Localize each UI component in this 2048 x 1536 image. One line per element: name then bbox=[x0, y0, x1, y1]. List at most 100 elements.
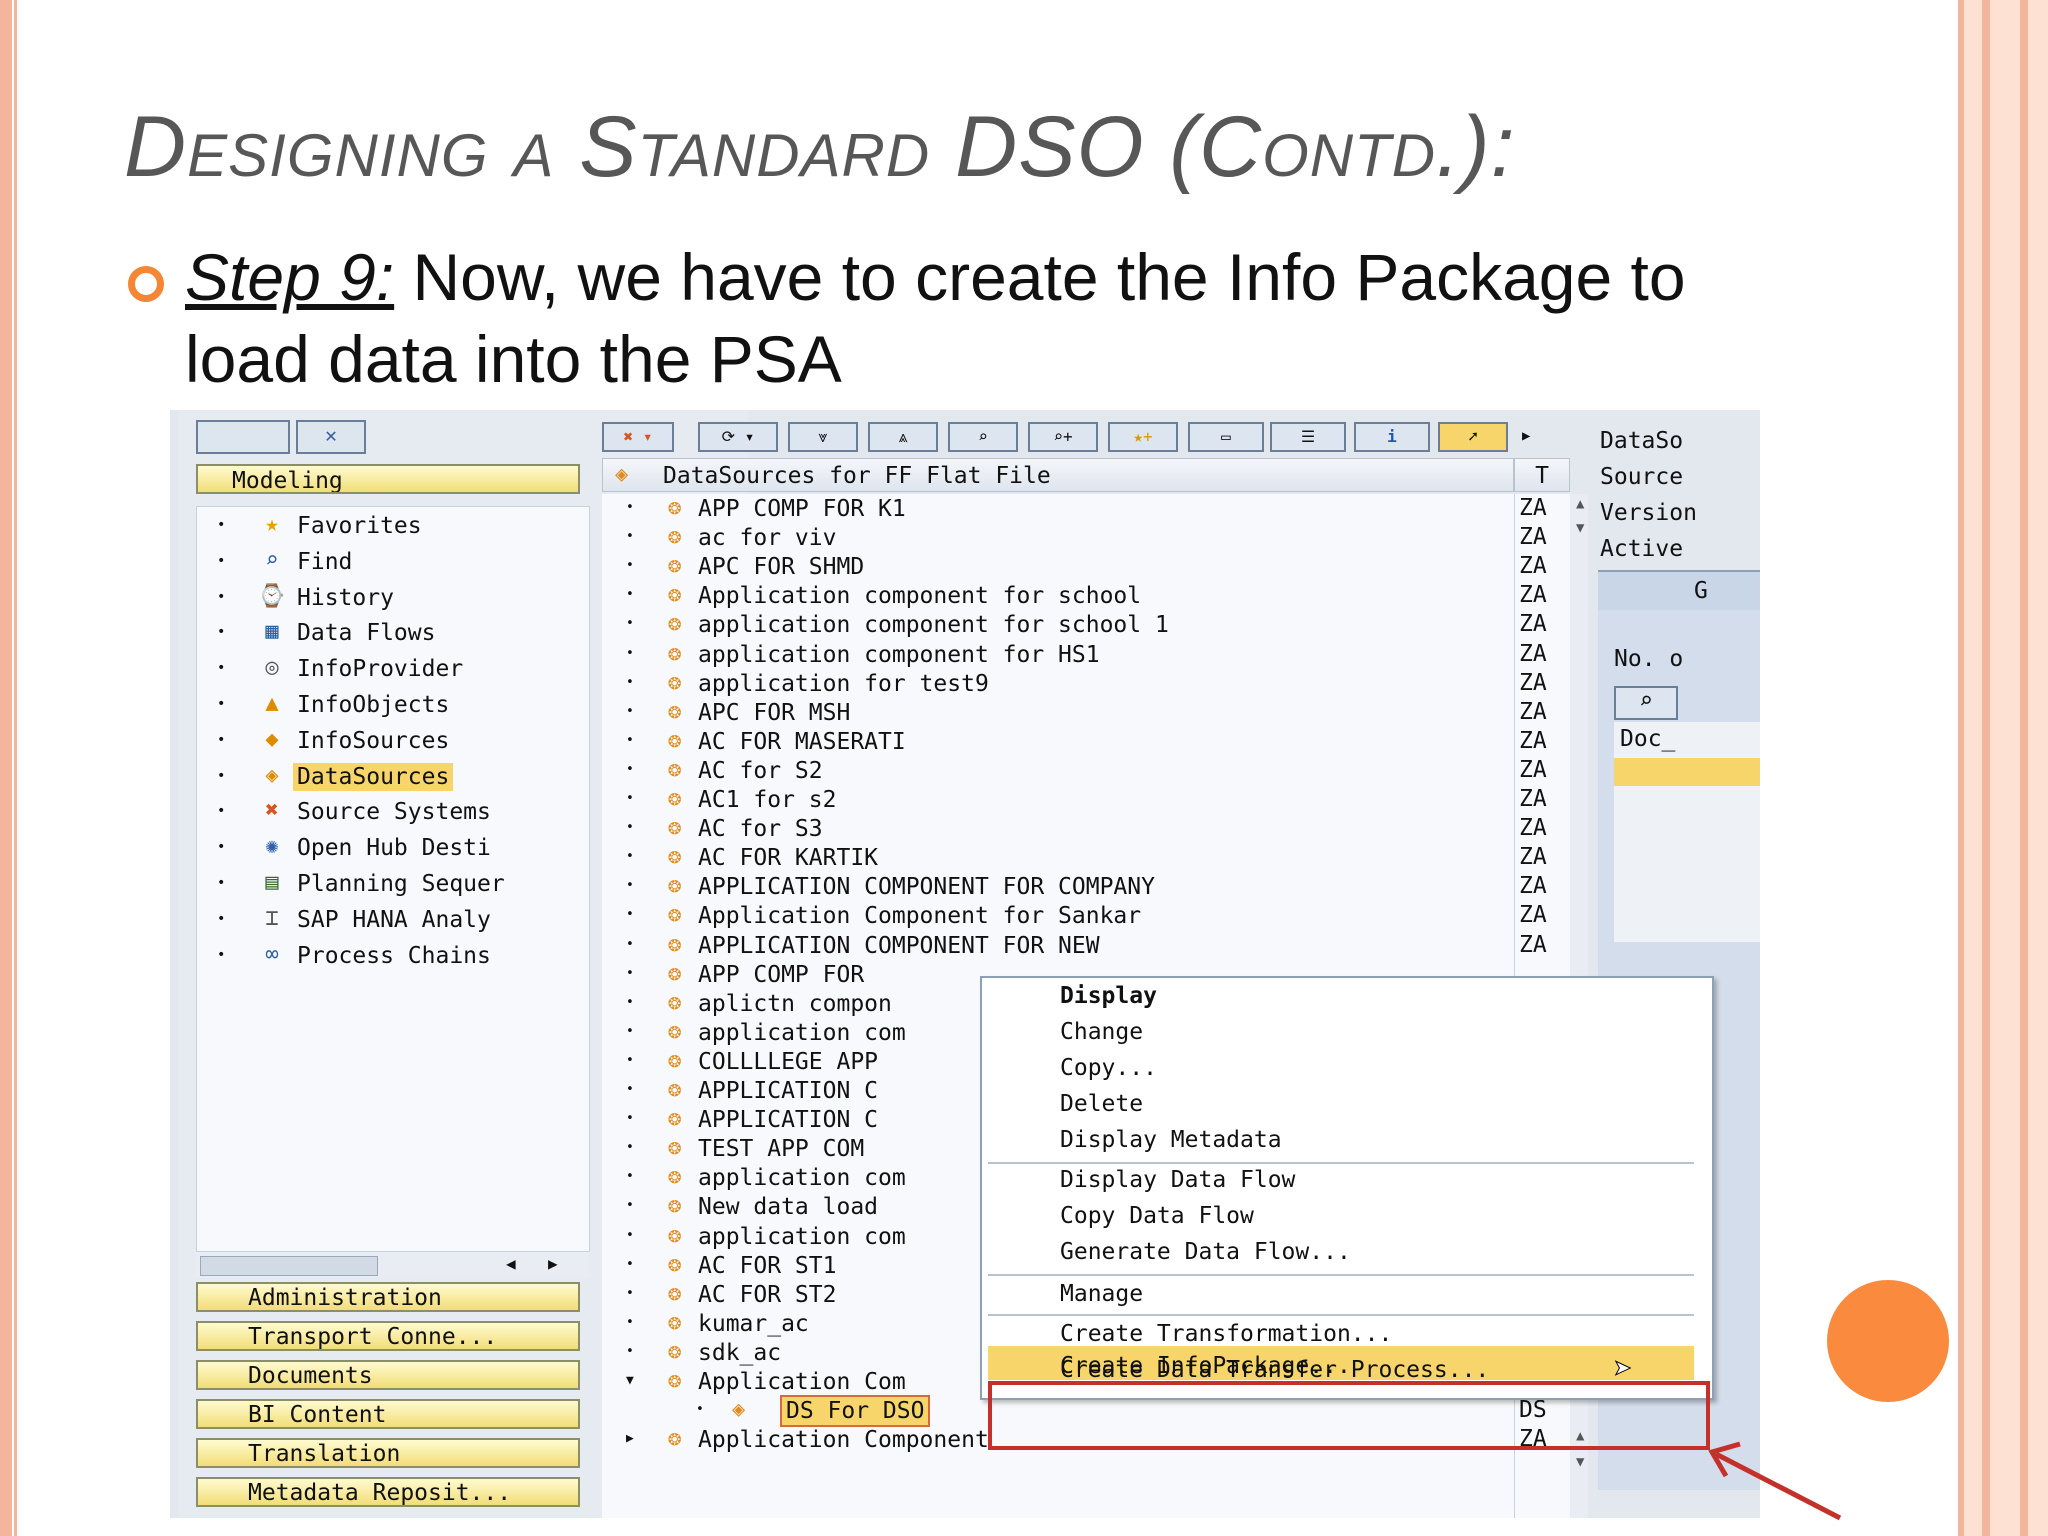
menu-item[interactable]: Display bbox=[1060, 980, 1157, 1012]
collapse-icon[interactable]: ⩓ bbox=[868, 422, 938, 452]
find-next-icon[interactable]: ⌕+ bbox=[1028, 422, 1098, 452]
refresh-icon[interactable]: ⟳ ▾ bbox=[698, 422, 778, 452]
application-component-icon: ❂ bbox=[668, 1251, 682, 1277]
nav-item[interactable]: • ⌶ SAP HANA Analy bbox=[197, 903, 589, 937]
tree-row[interactable]: • ❂ APPLICATION COMPONENT FOR COMPANY bbox=[602, 872, 1514, 901]
find-icon[interactable]: ⌕ bbox=[948, 422, 1018, 452]
doc-label: Doc_ bbox=[1620, 726, 1676, 752]
bottom-nav-button[interactable]: Translation bbox=[196, 1438, 580, 1468]
nav-item[interactable]: • ⌚ History bbox=[197, 581, 589, 615]
tree-row[interactable]: • ❂ AC for S2 bbox=[602, 756, 1514, 785]
bullet-icon: • bbox=[217, 767, 226, 784]
tree-row-label: application component for HS1 bbox=[698, 641, 1100, 668]
bullet-icon: • bbox=[626, 616, 634, 632]
tree-row[interactable]: • ❂ APP COMP FOR K1 bbox=[602, 494, 1514, 523]
modeling-header[interactable]: Modeling bbox=[196, 464, 580, 494]
hana-icon: ⌶ bbox=[265, 905, 279, 931]
tree-row[interactable]: • ❂ AC1 for s2 bbox=[602, 785, 1514, 814]
menu-item[interactable]: Delete bbox=[1060, 1088, 1143, 1120]
bottom-nav-button[interactable]: Metadata Reposit... bbox=[196, 1477, 580, 1507]
decorative-circle bbox=[1827, 1280, 1949, 1402]
tree-row-label: aplictn compon bbox=[698, 990, 892, 1017]
nav-item[interactable]: • ◈ DataSources bbox=[197, 760, 589, 794]
close-pane-icon[interactable]: ✕ bbox=[296, 420, 366, 454]
source-system-icon[interactable]: ✖ ▾ bbox=[602, 422, 674, 452]
nav-item[interactable]: • ⌕ Find bbox=[197, 545, 589, 579]
nav-item[interactable]: • ▲ InfoObjects bbox=[197, 688, 589, 722]
nav-item-label: Data Flows bbox=[297, 620, 436, 647]
expand-icon[interactable]: ⩔ bbox=[788, 422, 858, 452]
tree-row-label: application com bbox=[698, 1165, 906, 1192]
no-label: No. o bbox=[1614, 646, 1684, 672]
menu-item[interactable]: Copy... bbox=[1060, 1052, 1157, 1084]
bullet-icon: • bbox=[217, 552, 226, 569]
tree-display-icon[interactable] bbox=[196, 420, 290, 454]
nav-item[interactable]: • ▦ Data Flows bbox=[197, 616, 589, 650]
nav-item[interactable]: • ★ Favorites bbox=[197, 509, 589, 543]
step-body: Now, we have to create the Info Package … bbox=[185, 240, 1686, 396]
tree-row[interactable]: • ❂ application component for school 1 bbox=[602, 610, 1514, 639]
tree-row[interactable]: • ❂ APPLICATION COMPONENT FOR NEW bbox=[602, 931, 1514, 960]
menu-item[interactable]: Manage bbox=[1060, 1278, 1143, 1310]
nav-item[interactable]: • ◆ InfoSources bbox=[197, 724, 589, 758]
technical-name-cell: ZA bbox=[1519, 756, 1547, 783]
nav-item[interactable]: • ◎ InfoProvider bbox=[197, 652, 589, 686]
bottom-nav-button[interactable]: Administration bbox=[196, 1282, 580, 1312]
tree-row[interactable]: • ❂ AC for S3 bbox=[602, 814, 1514, 843]
tree-row[interactable]: • ❂ Application Component for Sankar bbox=[602, 901, 1514, 930]
tree-row-label: AC for S3 bbox=[698, 816, 823, 843]
bullet-icon: • bbox=[626, 732, 634, 748]
go-icon[interactable]: ➚ bbox=[1438, 422, 1508, 452]
scroll-down-icon[interactable]: ▼ bbox=[1576, 520, 1584, 536]
tree-row[interactable]: • ❂ Application component for school bbox=[602, 581, 1514, 610]
bottom-nav-button[interactable]: Documents bbox=[196, 1360, 580, 1390]
menu-item[interactable]: Display Data Flow bbox=[1060, 1164, 1295, 1196]
add-favorite-icon[interactable]: ★+ bbox=[1108, 422, 1178, 452]
bullet-icon: • bbox=[626, 703, 634, 719]
doc-row-highlight[interactable] bbox=[1614, 758, 1760, 786]
bottom-nav-button[interactable]: Transport Conne... bbox=[196, 1321, 580, 1351]
tree-row[interactable]: • ❂ ac for viv bbox=[602, 523, 1514, 552]
bullet-icon: • bbox=[217, 624, 226, 641]
scroll-down-bottom-icon[interactable]: ▼ bbox=[1576, 1454, 1584, 1470]
scroll-right-icon[interactable]: ▶ bbox=[548, 1254, 558, 1273]
tree-row-label: APPLICATION COMPONENT FOR NEW bbox=[698, 932, 1100, 959]
expanded-node-icon[interactable]: ▼ bbox=[626, 1373, 634, 1388]
collapsed-node-icon[interactable]: ▶ bbox=[626, 1431, 634, 1446]
nav-item[interactable]: • ▤ Planning Sequer bbox=[197, 867, 589, 901]
infoprovider-icon: ◎ bbox=[265, 655, 279, 681]
horizontal-scrollbar[interactable]: ◀ ▶ bbox=[196, 1252, 588, 1278]
tree-row-label: kumar_ac bbox=[698, 1310, 809, 1337]
tree-row[interactable]: • ❂ AC FOR MASERATI bbox=[602, 727, 1514, 756]
tree-row[interactable]: • ❂ application for test9 bbox=[602, 669, 1514, 698]
tree-row[interactable]: • ❂ application component for HS1 bbox=[602, 640, 1514, 669]
info-icon[interactable]: i bbox=[1354, 422, 1430, 452]
scroll-left-icon[interactable]: ◀ bbox=[506, 1254, 516, 1273]
bullet-icon: • bbox=[626, 1082, 634, 1097]
application-component-icon: ❂ bbox=[668, 931, 682, 957]
nav-item[interactable]: • ✖ Source Systems bbox=[197, 795, 589, 829]
scroll-up-icon[interactable]: ▲ bbox=[1576, 496, 1584, 512]
hierarchy-icon[interactable]: ☰ bbox=[1270, 422, 1346, 452]
menu-item[interactable]: Create Transformation... bbox=[1060, 1318, 1392, 1350]
menu-item[interactable]: Create InfoPackage... bbox=[1060, 1350, 1351, 1382]
nav-item[interactable]: • ✺ Open Hub Desti bbox=[197, 831, 589, 865]
right-stripe-line-3 bbox=[2020, 0, 2028, 1536]
menu-item[interactable]: Display Metadata bbox=[1060, 1124, 1282, 1156]
application-component-icon: ❂ bbox=[668, 698, 682, 724]
menu-item[interactable]: Change bbox=[1060, 1016, 1143, 1048]
tree-row[interactable]: • ❂ AC FOR KARTIK bbox=[602, 843, 1514, 872]
nav-item[interactable]: • ∞ Process Chains bbox=[197, 939, 589, 973]
menu-item[interactable]: Copy Data Flow bbox=[1060, 1200, 1254, 1232]
detail-tab[interactable]: G bbox=[1598, 570, 1760, 612]
history-icon: ⌚ bbox=[258, 583, 286, 609]
bottom-nav-button[interactable]: BI Content bbox=[196, 1399, 580, 1429]
tree-row[interactable]: • ❂ APC FOR MSH bbox=[602, 698, 1514, 727]
menu-item[interactable]: Generate Data Flow... bbox=[1060, 1236, 1351, 1268]
monitor-icon[interactable]: ▭ bbox=[1188, 422, 1264, 452]
scroll-thumb[interactable] bbox=[200, 1256, 378, 1276]
bullet-icon: • bbox=[626, 645, 634, 661]
detail-search-icon[interactable]: ⌕ bbox=[1614, 686, 1678, 720]
tree-row[interactable]: • ❂ APC FOR SHMD bbox=[602, 552, 1514, 581]
more-tools-icon[interactable]: ▶ bbox=[1522, 428, 1530, 444]
